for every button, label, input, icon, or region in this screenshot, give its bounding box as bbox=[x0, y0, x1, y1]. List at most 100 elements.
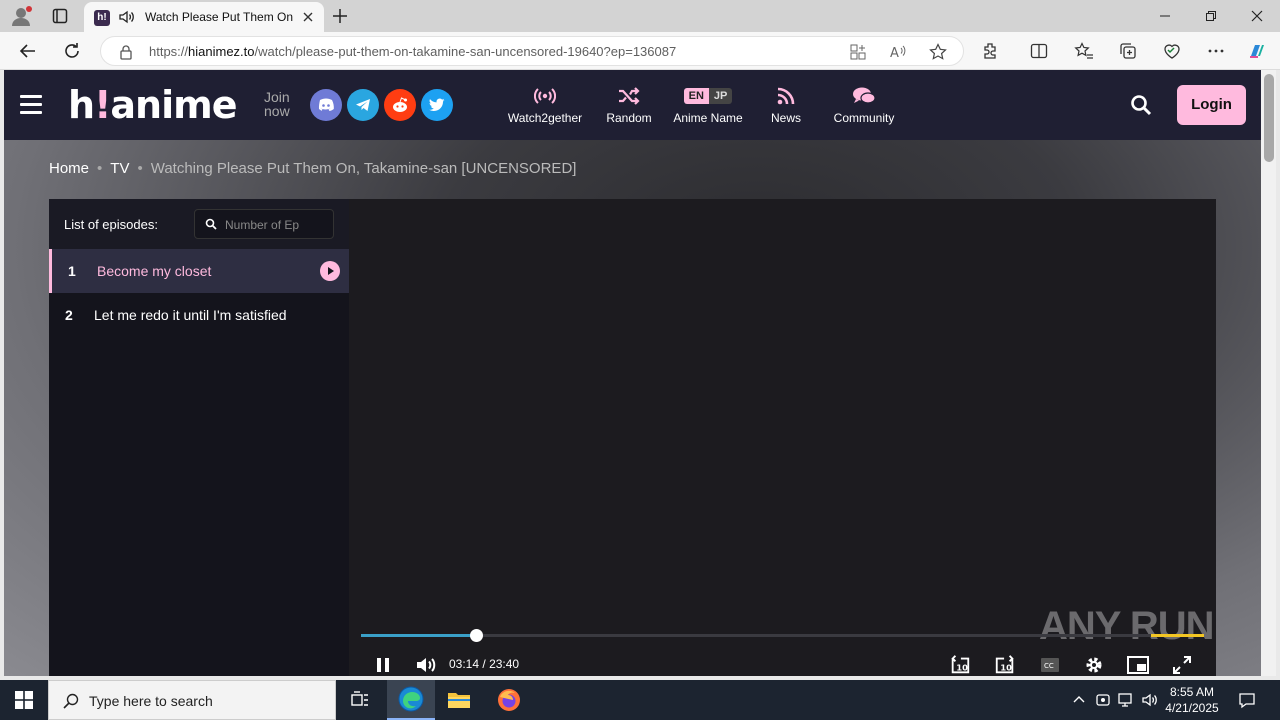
nav-anime-name[interactable]: EN JP Anime Name bbox=[668, 84, 748, 125]
episode-search-box[interactable] bbox=[194, 209, 334, 239]
scrollbar-thumb[interactable] bbox=[1264, 74, 1274, 162]
restore-button[interactable] bbox=[1188, 0, 1234, 32]
picture-in-picture-icon bbox=[1127, 656, 1149, 674]
split-screen-icon[interactable] bbox=[1029, 41, 1049, 61]
refresh-icon[interactable] bbox=[62, 41, 82, 61]
telegram-icon[interactable] bbox=[347, 89, 379, 121]
close-window-button[interactable] bbox=[1234, 0, 1280, 32]
edge-icon bbox=[398, 686, 424, 712]
svg-text:A: A bbox=[890, 46, 899, 61]
clock-time: 8:55 AM bbox=[1169, 685, 1215, 699]
fullscreen-button[interactable] bbox=[1171, 654, 1193, 676]
nav-news[interactable]: News bbox=[766, 84, 806, 125]
progress-handle[interactable] bbox=[470, 629, 484, 642]
app-available-icon[interactable] bbox=[849, 43, 867, 61]
volume-button[interactable] bbox=[416, 654, 438, 676]
tab-actions-icon[interactable] bbox=[52, 8, 68, 24]
svg-text:10: 10 bbox=[956, 663, 968, 673]
nav-label: Random bbox=[606, 111, 652, 125]
forward-10-button[interactable]: 10 bbox=[994, 654, 1016, 676]
breadcrumb-tv[interactable]: TV bbox=[110, 160, 129, 177]
picture-in-picture-button[interactable] bbox=[1127, 654, 1149, 676]
taskbar-file-explorer[interactable] bbox=[435, 680, 483, 720]
nav-random[interactable]: Random bbox=[601, 84, 657, 125]
taskbar-firefox[interactable] bbox=[485, 680, 533, 720]
meet-now-icon[interactable] bbox=[1094, 691, 1112, 709]
minimize-button[interactable] bbox=[1142, 0, 1188, 32]
lang-jp-option[interactable]: JP bbox=[708, 88, 733, 104]
broadcast-icon bbox=[534, 88, 556, 104]
page-scrollbar[interactable] bbox=[1261, 70, 1276, 676]
nav-community[interactable]: Community bbox=[826, 84, 902, 125]
search-icon[interactable] bbox=[1130, 94, 1152, 116]
search-icon bbox=[63, 693, 79, 709]
rss-icon bbox=[777, 87, 795, 105]
close-icon bbox=[1251, 10, 1263, 22]
windows-logo-icon bbox=[15, 691, 33, 709]
episode-item[interactable]: 1 Become my closet bbox=[49, 249, 349, 293]
start-button[interactable] bbox=[0, 680, 48, 720]
taskbar-search-placeholder: Type here to search bbox=[89, 693, 213, 709]
breadcrumb-separator: • bbox=[137, 160, 143, 177]
folder-icon bbox=[448, 693, 470, 708]
favorite-star-icon[interactable] bbox=[929, 43, 947, 61]
audio-playing-icon[interactable] bbox=[118, 8, 136, 26]
episode-list-label: List of episodes: bbox=[64, 217, 158, 232]
volume-icon bbox=[417, 658, 436, 672]
url-text: https://hianimez.to/watch/please-put-the… bbox=[149, 44, 677, 59]
task-view-icon bbox=[351, 691, 368, 706]
read-aloud-icon[interactable]: A bbox=[889, 43, 907, 61]
pause-button[interactable] bbox=[372, 654, 394, 676]
site-logo[interactable]: h!anime bbox=[68, 83, 238, 127]
network-icon[interactable] bbox=[1117, 691, 1135, 709]
browser-essentials-icon[interactable] bbox=[1162, 41, 1182, 61]
taskbar-edge[interactable] bbox=[387, 680, 435, 720]
address-toolbar: https://hianimez.to/watch/please-put-the… bbox=[0, 32, 1280, 70]
collections-icon[interactable] bbox=[1118, 41, 1138, 61]
task-view-button[interactable] bbox=[336, 680, 384, 720]
menu-icon[interactable] bbox=[20, 95, 42, 115]
discord-icon[interactable] bbox=[310, 89, 342, 121]
close-tab-icon[interactable] bbox=[300, 9, 316, 25]
copilot-icon[interactable] bbox=[1247, 41, 1267, 61]
nav-watch2gether[interactable]: Watch2gether bbox=[502, 84, 588, 125]
captions-button[interactable]: CC bbox=[1039, 654, 1061, 676]
progress-bar[interactable] bbox=[361, 629, 1204, 642]
extensions-icon[interactable] bbox=[981, 41, 1001, 61]
language-toggle[interactable]: EN JP bbox=[683, 88, 733, 104]
more-options-icon[interactable] bbox=[1206, 41, 1226, 61]
time-display: 03:14 / 23:40 bbox=[449, 657, 520, 671]
episode-list-panel: List of episodes: 1 Become my closet 2 L… bbox=[49, 199, 349, 676]
login-button[interactable]: Login bbox=[1177, 85, 1246, 125]
video-player[interactable]: ANY RUN 03:14 / 23:40 10 10 CC bbox=[349, 199, 1216, 676]
taskbar-search[interactable]: Type here to search bbox=[48, 680, 336, 720]
breadcrumb: Home • TV • Watching Please Put Them On, Tak… bbox=[49, 160, 576, 177]
back-icon[interactable] bbox=[18, 41, 38, 61]
settings-button[interactable] bbox=[1083, 654, 1105, 676]
play-icon[interactable] bbox=[320, 261, 340, 281]
favorites-icon[interactable] bbox=[1074, 41, 1094, 61]
lang-en-option[interactable]: EN bbox=[683, 88, 709, 104]
twitter-icon[interactable] bbox=[421, 89, 453, 121]
reddit-icon[interactable] bbox=[384, 89, 416, 121]
tab-title: Watch Please Put Them On, Takamine-san [… bbox=[145, 10, 293, 24]
forward-10-icon: 10 bbox=[995, 655, 1014, 674]
taskbar-clock[interactable]: 8:55 AM 4/21/2025 bbox=[1160, 684, 1224, 716]
breadcrumb-home[interactable]: Home bbox=[49, 160, 89, 177]
chevron-up-icon[interactable] bbox=[1070, 691, 1088, 709]
minimize-icon bbox=[1160, 15, 1170, 17]
shuffle-icon bbox=[619, 87, 640, 105]
volume-icon[interactable] bbox=[1141, 691, 1159, 709]
episode-list-header: List of episodes: bbox=[49, 199, 349, 249]
url-bar[interactable]: https://hianimez.to/watch/please-put-the… bbox=[100, 36, 964, 66]
progress-end-marker bbox=[1151, 634, 1204, 637]
episode-item[interactable]: 2 Let me redo it until I'm satisfied bbox=[49, 293, 349, 337]
profile-icon[interactable] bbox=[10, 5, 32, 27]
episode-number: 1 bbox=[68, 263, 76, 279]
lock-icon[interactable] bbox=[119, 44, 133, 60]
new-tab-icon[interactable] bbox=[331, 7, 349, 25]
rewind-10-button[interactable]: 10 bbox=[949, 654, 971, 676]
browser-tab[interactable]: h! Watch Please Put Them On, Takamine-sa… bbox=[84, 2, 324, 32]
notifications-icon[interactable] bbox=[1238, 691, 1256, 709]
episode-number-input[interactable] bbox=[225, 216, 329, 234]
